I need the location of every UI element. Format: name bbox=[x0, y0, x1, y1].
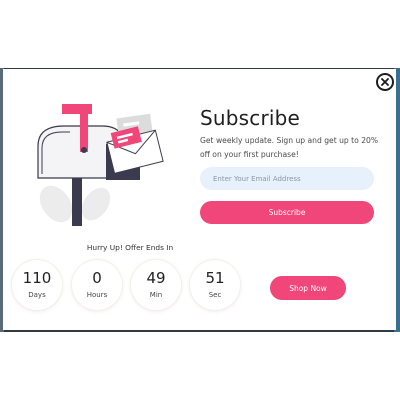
mailbox-illustration bbox=[37, 104, 164, 226]
countdown-value: 0 bbox=[92, 269, 102, 287]
countdown-minutes: 49 Min bbox=[131, 260, 181, 310]
close-button[interactable] bbox=[376, 73, 394, 91]
countdown-unit: Min bbox=[149, 291, 163, 299]
shop-now-button[interactable]: Shop Now bbox=[270, 276, 346, 300]
countdown-value: 110 bbox=[22, 269, 52, 287]
countdown-value: 49 bbox=[146, 269, 166, 287]
popup-description: Get weekly update. Sign up and get up to… bbox=[200, 136, 379, 159]
countdown-unit: Hours bbox=[86, 291, 108, 299]
countdown-seconds: 51 Sec bbox=[190, 260, 240, 310]
subscribe-button[interactable]: Subscribe bbox=[200, 201, 374, 224]
countdown-unit: Days bbox=[28, 291, 46, 299]
offer-countdown-label: Hurry Up! Offer Ends In bbox=[86, 243, 174, 252]
countdown-hours: 0 Hours bbox=[72, 260, 122, 310]
countdown-value: 51 bbox=[205, 269, 225, 287]
email-field[interactable] bbox=[200, 167, 374, 190]
countdown-days: 110 Days bbox=[12, 260, 62, 310]
close-icon bbox=[381, 78, 389, 86]
popup-title: Subscribe bbox=[200, 106, 301, 130]
countdown-unit: Sec bbox=[208, 291, 222, 299]
